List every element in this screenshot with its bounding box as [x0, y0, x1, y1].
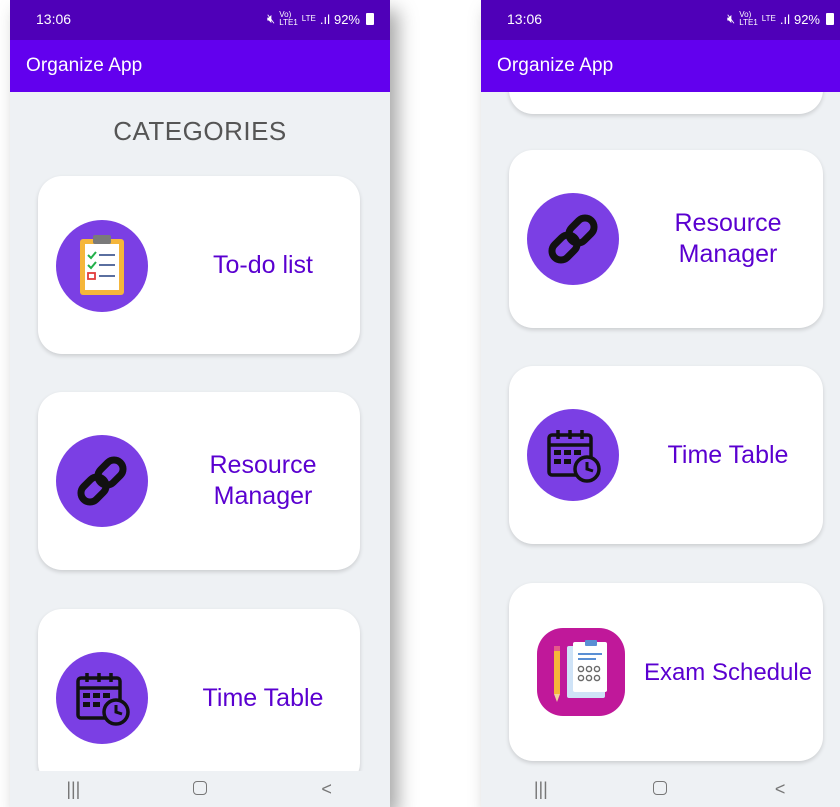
mute-icon: 🔇︎: [727, 11, 736, 26]
todo-list-label: To-do list: [212, 251, 314, 279]
resource-manager-label: Resource Manager: [209, 451, 317, 510]
lte-indicator: LTE: [301, 14, 316, 23]
status-bar: 13:06 🔇︎ Vo) LTE1 LTE .ıl 92%: [10, 0, 390, 40]
mute-icon: 🔇︎: [267, 11, 276, 26]
recents-button[interactable]: |||: [511, 779, 571, 800]
status-bar: 13:06 🔇︎ Vo) LTE1 LTE .ıl 92%: [481, 0, 840, 40]
exam-schedule-card[interactable]: Exam Schedule: [509, 583, 823, 761]
app-bar: Organize App: [10, 40, 390, 92]
time-table-card[interactable]: Time Table: [509, 366, 823, 544]
resource-manager-card[interactable]: Resource Manager: [38, 392, 360, 570]
calendar-clock-icon: [56, 652, 148, 744]
battery-level: 92%: [333, 11, 360, 27]
time-table-label: Time Table: [667, 441, 789, 469]
lte-indicator: LTE: [761, 14, 776, 23]
status-time: 13:06: [36, 11, 72, 27]
system-nav-bar: ||| <: [10, 771, 390, 807]
signal-bars-icon: .ıl: [779, 11, 790, 27]
back-button[interactable]: <: [297, 779, 357, 800]
resource-manager-card[interactable]: Resource Manager: [509, 150, 823, 328]
battery-icon: [366, 13, 374, 25]
volte-indicator: Vo) LTE1: [739, 10, 758, 27]
back-button[interactable]: <: [750, 779, 810, 800]
status-icons: 🔇︎ Vo) LTE1 LTE .ıl 92%: [727, 11, 834, 27]
categories-heading: CATEGORIES: [113, 116, 287, 146]
recents-button[interactable]: |||: [43, 779, 103, 800]
app-title: Organize App: [26, 55, 143, 76]
home-icon: [192, 780, 207, 795]
signal-bars-icon: .ıl: [319, 11, 330, 27]
todo-list-card[interactable]: To-do list: [38, 176, 360, 354]
status-time: 13:06: [507, 11, 543, 27]
phone-screen-left: 13:06 🔇︎ Vo) LTE1 LTE .ıl 92% Organize Ap…: [10, 0, 390, 807]
home-icon: [653, 780, 668, 795]
system-nav-bar: ||| <: [481, 771, 840, 807]
link-chain-icon: [527, 193, 619, 285]
time-table-label: Time Table: [202, 684, 324, 712]
exam-document-icon: [537, 628, 625, 716]
phone-screen-right: 13:06 🔇︎ Vo) LTE1 LTE .ıl 92% Organize Ap…: [481, 0, 840, 807]
app-bar: Organize App: [481, 40, 840, 92]
clipboard-checklist-icon: [56, 220, 148, 312]
time-table-card[interactable]: Time Table: [38, 609, 360, 771]
exam-schedule-label: Exam Schedule: [643, 659, 813, 686]
volte-indicator: Vo) LTE1: [279, 10, 298, 27]
battery-level: 92%: [793, 11, 820, 27]
todo-list-card-partial[interactable]: [509, 92, 823, 114]
resource-manager-label: Resource Manager: [674, 209, 782, 268]
status-icons: 🔇︎ Vo) LTE1 LTE .ıl 92%: [267, 11, 374, 27]
battery-icon: [826, 13, 834, 25]
categories-list[interactable]: CATEGORIES To-do list Resource Manager T…: [10, 92, 390, 771]
home-button[interactable]: [170, 779, 230, 800]
calendar-clock-icon: [527, 409, 619, 501]
app-title: Organize App: [497, 55, 614, 76]
categories-list-scrolled[interactable]: Resource Manager Time Table Exam Schedul…: [481, 92, 840, 771]
home-button[interactable]: [630, 779, 690, 800]
link-chain-icon: [56, 435, 148, 527]
